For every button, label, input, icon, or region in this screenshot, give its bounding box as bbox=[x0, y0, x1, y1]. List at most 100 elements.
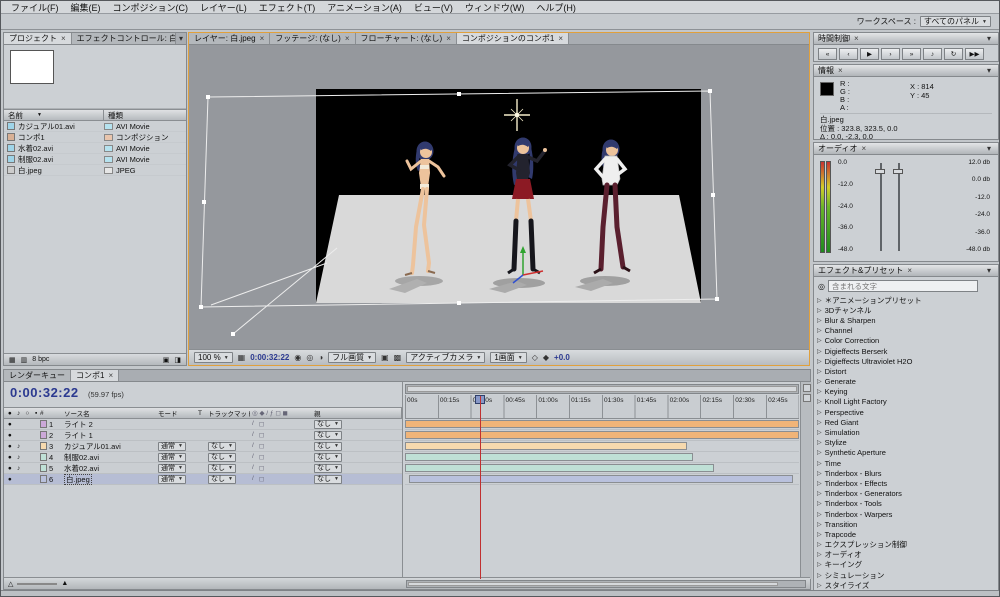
expander-icon[interactable]: ▷ bbox=[817, 388, 822, 395]
effects-category-row[interactable]: ▷ Transition bbox=[814, 519, 998, 529]
parent-select[interactable]: なし bbox=[314, 463, 342, 473]
eye-icon[interactable]: ● bbox=[6, 476, 14, 483]
quality-switch-icon[interactable]: / bbox=[252, 453, 254, 461]
track-matte-select[interactable]: なし bbox=[208, 452, 236, 462]
expander-icon[interactable]: ▷ bbox=[817, 572, 822, 579]
comp-marker-button[interactable] bbox=[802, 384, 811, 392]
effects-category-row[interactable]: ▷ Tinderbox - Effects bbox=[814, 478, 998, 488]
menu-item[interactable]: 編集(E) bbox=[65, 1, 107, 14]
viewer-tab[interactable]: フローチャート: (なし) × bbox=[355, 33, 457, 44]
column-mode[interactable]: モード bbox=[158, 408, 198, 418]
close-icon[interactable]: × bbox=[861, 144, 866, 153]
interpret-footage-icon[interactable]: ▦ bbox=[9, 356, 16, 364]
expander-icon[interactable]: ▷ bbox=[817, 297, 822, 304]
quality-switch-icon[interactable]: / bbox=[252, 442, 254, 450]
eye-icon[interactable]: ● bbox=[6, 432, 14, 439]
fast-preview-icon[interactable]: ◆ bbox=[543, 353, 549, 362]
eye-icon[interactable]: ● bbox=[6, 465, 14, 472]
effects-category-row[interactable]: ▷ Keying bbox=[814, 387, 998, 397]
effects-category-row[interactable]: ▷ Perspective bbox=[814, 407, 998, 417]
label-color-chip[interactable] bbox=[40, 475, 47, 483]
eye-icon[interactable]: ● bbox=[6, 443, 14, 450]
exposure-value[interactable]: +0.0 bbox=[554, 353, 570, 362]
3d-switch-icon[interactable]: ◻ bbox=[259, 453, 264, 461]
expander-icon[interactable]: ▷ bbox=[817, 368, 822, 375]
current-timecode[interactable]: 0:00:32:22 bbox=[10, 385, 79, 400]
quality-switch-icon[interactable]: / bbox=[252, 420, 254, 428]
label-color-chip[interactable] bbox=[104, 122, 113, 130]
expander-icon[interactable]: ▷ bbox=[817, 398, 822, 405]
blend-mode-select[interactable]: 通常 bbox=[158, 452, 186, 462]
effects-category-row[interactable]: ▷ Digieffects Ultraviolet H2O bbox=[814, 356, 998, 366]
camera-view-select[interactable]: アクティブカメラ bbox=[406, 352, 486, 363]
expander-icon[interactable]: ▷ bbox=[817, 490, 822, 497]
3d-switch-icon[interactable]: ◻ bbox=[259, 464, 264, 472]
expander-icon[interactable]: ▷ bbox=[817, 409, 822, 416]
effects-category-row[interactable]: ▷ Generate bbox=[814, 377, 998, 387]
quality-switch-icon[interactable]: / bbox=[252, 431, 254, 439]
close-icon[interactable]: × bbox=[345, 34, 350, 43]
viewer-timecode[interactable]: 0:00:32:22 bbox=[250, 353, 289, 362]
effects-category-row[interactable]: ▷ Synthetic Aperture bbox=[814, 448, 998, 458]
layer-row[interactable]: ● 1 ライト 2 / ◻ なし ▼ bbox=[4, 419, 402, 430]
transparency-grid-icon[interactable]: ▩ bbox=[394, 353, 402, 362]
layer-duration-bar[interactable] bbox=[405, 442, 687, 450]
quality-switch-icon[interactable]: / bbox=[252, 464, 254, 472]
expander-icon[interactable]: ▷ bbox=[817, 449, 822, 456]
parent-select[interactable]: なし bbox=[314, 474, 342, 484]
panel-menu-icon[interactable]: ▾ bbox=[984, 34, 994, 43]
blend-mode-select[interactable]: 通常 bbox=[158, 463, 186, 473]
show-snapshot-icon[interactable]: ◎ bbox=[306, 353, 313, 362]
color-depth-label[interactable]: 8 bpc bbox=[32, 356, 49, 363]
tab-comp1[interactable]: コンポ1 × bbox=[71, 370, 120, 381]
expander-icon[interactable]: ▷ bbox=[817, 317, 822, 324]
speaker-icon[interactable] bbox=[15, 432, 23, 439]
viewer-tab[interactable]: コンポジションのコンポ1 × bbox=[456, 33, 570, 44]
expander-icon[interactable]: ▷ bbox=[817, 480, 822, 487]
effects-category-row[interactable]: ▷ シミュレーション bbox=[814, 570, 998, 580]
current-time-indicator-line[interactable] bbox=[480, 396, 481, 579]
effects-category-row[interactable]: ▷ ＊アニメーションプリセット bbox=[814, 295, 998, 305]
effects-category-row[interactable]: ▷ キーイング bbox=[814, 560, 998, 570]
effects-category-row[interactable]: ▷ Stylize bbox=[814, 438, 998, 448]
safe-areas-icon[interactable]: ▦ bbox=[238, 353, 246, 362]
project-item-row[interactable]: カジュアル01.avi AVI Movie bbox=[4, 121, 186, 132]
project-item-row[interactable]: コンポ1 コンポジション bbox=[4, 132, 186, 143]
color-depth-icon[interactable]: ▥ bbox=[21, 356, 28, 364]
expander-icon[interactable]: ▷ bbox=[817, 419, 822, 426]
expander-icon[interactable]: ▷ bbox=[817, 307, 822, 314]
viewer-tab[interactable]: レイヤー: 白.jpeg × bbox=[189, 33, 271, 44]
effects-category-row[interactable]: ▷ Tinderbox - Generators bbox=[814, 489, 998, 499]
viewer-canvas[interactable] bbox=[189, 45, 809, 349]
label-color-chip[interactable] bbox=[40, 442, 47, 450]
menu-item[interactable]: ビュー(V) bbox=[408, 1, 459, 14]
zoom-slider[interactable] bbox=[17, 582, 58, 585]
expander-icon[interactable]: ▷ bbox=[817, 378, 822, 385]
expander-icon[interactable]: ▷ bbox=[817, 531, 822, 538]
view-layout-select[interactable]: 1画面 bbox=[490, 352, 527, 363]
audio-level-slider-left[interactable] bbox=[880, 163, 882, 251]
effects-category-row[interactable]: ▷ Color Correction bbox=[814, 336, 998, 346]
speaker-icon[interactable]: ♪ bbox=[15, 443, 23, 450]
label-color-chip[interactable] bbox=[40, 431, 47, 439]
blend-mode-select[interactable]: 通常 bbox=[158, 474, 186, 484]
tab-effect-controls[interactable]: エフェクトコントロール: 白.jpeg bbox=[71, 33, 176, 44]
first-frame-button[interactable]: « bbox=[818, 48, 837, 60]
layer-row[interactable]: ● ♪ 4 制服02.avi 通常 なし / bbox=[4, 452, 402, 463]
delete-icon[interactable]: ◨ bbox=[174, 356, 181, 364]
snapshot-icon[interactable]: ◉ bbox=[294, 353, 301, 362]
expander-icon[interactable]: ▷ bbox=[817, 470, 822, 477]
menu-item[interactable]: アニメーション(A) bbox=[321, 1, 408, 14]
pixel-aspect-icon[interactable]: ◇ bbox=[532, 353, 538, 362]
parent-select[interactable]: なし bbox=[314, 452, 342, 462]
expander-icon[interactable]: ▷ bbox=[817, 511, 822, 518]
layer-duration-bar[interactable] bbox=[408, 475, 794, 483]
layer-row[interactable]: ● ♪ 5 水着02.avi 通常 なし / bbox=[4, 463, 402, 474]
close-icon[interactable]: × bbox=[260, 34, 265, 43]
project-item-row[interactable]: 制服02.avi AVI Movie bbox=[4, 154, 186, 165]
label-color-chip[interactable] bbox=[104, 166, 113, 174]
expander-icon[interactable]: ▷ bbox=[817, 551, 822, 558]
region-of-interest-icon[interactable]: ▣ bbox=[381, 353, 389, 362]
track-matte-select[interactable]: なし bbox=[208, 474, 236, 484]
expander-icon[interactable]: ▷ bbox=[817, 429, 822, 436]
